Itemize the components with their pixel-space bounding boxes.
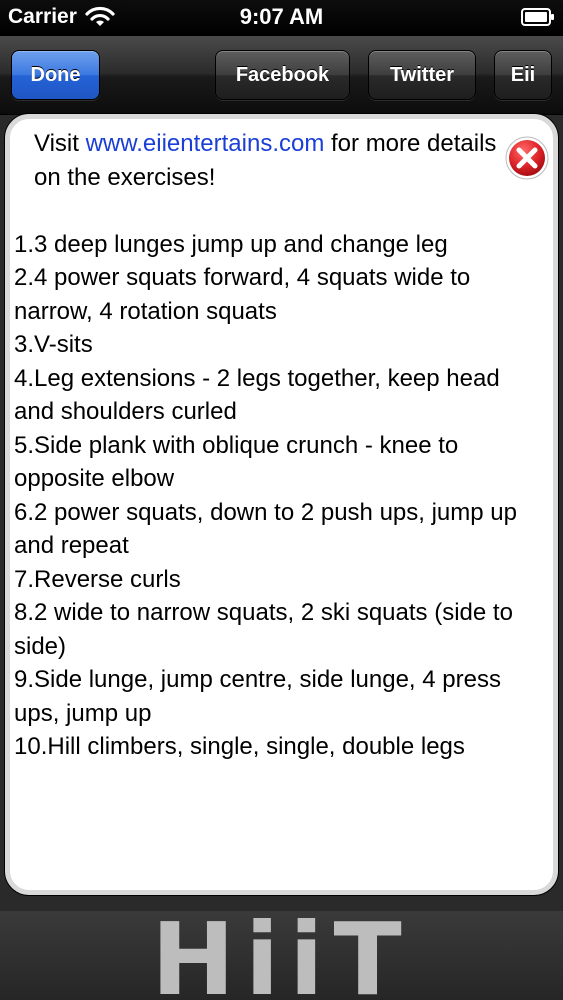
exercise-item: 9.Side lunge, jump centre, side lunge, 4…: [14, 666, 501, 727]
exercise-item: 1.3 deep lunges jump up and change leg: [14, 230, 448, 258]
top-toolbar: Done Facebook Twitter Eii: [0, 36, 563, 115]
battery-icon: [521, 8, 554, 26]
close-icon[interactable]: [504, 135, 550, 181]
exercise-item: 7.Reverse curls: [14, 565, 181, 593]
exercise-item: 8.2 wide to narrow squats, 2 ski squats …: [14, 599, 513, 660]
exercise-item: 5.Side plank with oblique crunch - knee …: [14, 431, 459, 493]
twitter-button[interactable]: Twitter: [368, 50, 476, 100]
status-time: 9:07 AM: [239, 4, 324, 29]
exercise-item: 4.Leg extensions - 2 legs together, keep…: [14, 364, 500, 426]
intro-before: Visit: [34, 130, 86, 157]
footer-banner: HiiT: [0, 911, 563, 1000]
website-link[interactable]: www.eiientertains.com: [86, 130, 325, 157]
exercise-panel: Visit www.eiientertains.com for more det…: [5, 114, 558, 895]
exercise-item: 3.V-sits: [14, 331, 93, 358]
eii-button[interactable]: Eii: [494, 50, 552, 100]
exercise-item: 2.4 power squats forward, 4 squats wide …: [14, 264, 471, 325]
exercise-item: 10.Hill climbers, single, single, double…: [14, 733, 465, 760]
hiit-logo: HiiT: [151, 911, 412, 1000]
status-bar: Carrier 9:07 AM: [0, 0, 563, 36]
facebook-button[interactable]: Facebook: [215, 50, 350, 100]
intro-text: Visit www.eiientertains.com for more det…: [14, 127, 549, 194]
exercise-text: Visit www.eiientertains.com for more det…: [14, 127, 549, 764]
done-button[interactable]: Done: [11, 50, 100, 100]
exercise-item: 6.2 power squats, down to 2 push ups, ju…: [14, 498, 517, 560]
